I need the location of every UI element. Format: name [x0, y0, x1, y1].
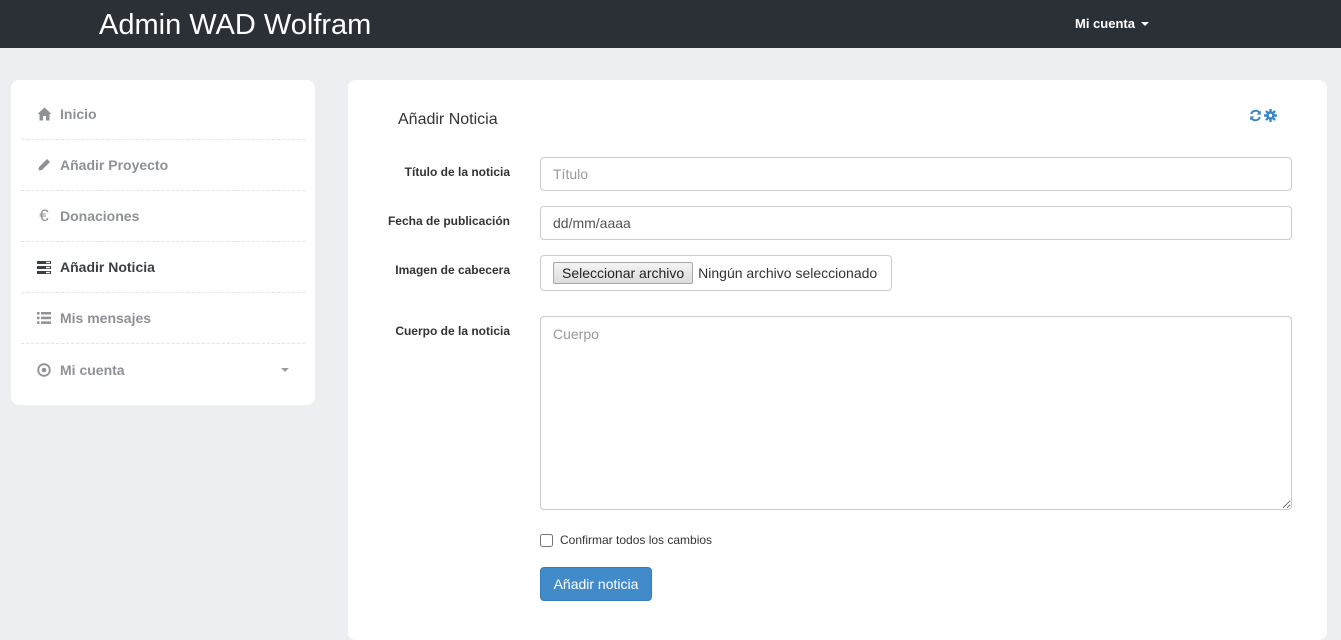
- title-label: Título de la noticia: [404, 165, 510, 179]
- sidebar-item-label: Mis mensajes: [60, 310, 152, 326]
- sidebar-item-label: Inicio: [60, 106, 97, 122]
- sidebar-item-label: Añadir Proyecto: [60, 157, 169, 173]
- chevron-down-icon: [281, 368, 289, 372]
- body-label: Cuerpo de la noticia: [395, 324, 510, 338]
- title-input[interactable]: [540, 157, 1292, 191]
- brand-title[interactable]: Admin WAD Wolfram: [99, 7, 371, 43]
- add-news-button[interactable]: Añadir noticia: [540, 567, 652, 601]
- image-label: Imagen de cabecera: [395, 263, 510, 277]
- pencil-icon: [36, 157, 52, 173]
- main-panel: Añadir Noticia Título de la noticia Fech…: [348, 80, 1327, 640]
- euro-icon: €: [39, 206, 49, 225]
- image-file-input[interactable]: Seleccionar archivo Ningún archivo selec…: [540, 255, 892, 291]
- panel-tools: [1249, 109, 1277, 122]
- panel-title: Añadir Noticia: [398, 111, 498, 128]
- sidebar-item-donaciones[interactable]: € Donaciones: [21, 191, 305, 242]
- tasks-icon: [36, 259, 52, 275]
- body-textarea[interactable]: [540, 316, 1292, 510]
- caret-down-icon: [1140, 21, 1149, 26]
- sidebar-item-label: Donaciones: [60, 208, 140, 224]
- confirm-row[interactable]: Confirmar todos los cambios: [540, 533, 712, 547]
- confirm-checkbox[interactable]: [540, 533, 553, 547]
- sidebar-item-anadir-noticia[interactable]: Añadir Noticia: [21, 242, 305, 293]
- sidebar-item-label: Mi cuenta: [60, 361, 125, 378]
- sidebar-item-anadir-proyecto[interactable]: Añadir Proyecto: [21, 140, 305, 191]
- date-label: Fecha de publicación: [387, 214, 510, 228]
- sidebar-item-mis-mensajes[interactable]: Mis mensajes: [21, 293, 305, 344]
- account-menu-label: Mi cuenta: [1075, 16, 1135, 31]
- account-menu-toggle[interactable]: Mi cuenta: [1075, 16, 1149, 31]
- date-input[interactable]: dd/mm/aaaa: [540, 206, 1292, 240]
- home-icon: [36, 106, 52, 122]
- refresh-icon[interactable]: [1249, 109, 1262, 122]
- confirm-label: Confirmar todos los cambios: [560, 533, 713, 547]
- gear-icon[interactable]: [1264, 109, 1277, 122]
- file-status-text: Ningún archivo seleccionado: [698, 265, 878, 281]
- sidebar-item-label: Añadir Noticia: [60, 259, 155, 275]
- record-icon: [36, 362, 52, 378]
- list-icon: [36, 310, 52, 326]
- sidebar: Inicio Añadir Proyecto € Donaciones Añad…: [11, 80, 315, 405]
- sidebar-item-mi-cuenta[interactable]: Mi cuenta: [21, 344, 305, 395]
- date-input-value: dd/mm/aaaa: [553, 215, 631, 231]
- top-navbar: Admin WAD Wolfram Mi cuenta: [0, 0, 1341, 48]
- choose-file-button[interactable]: Seleccionar archivo: [553, 262, 694, 284]
- sidebar-item-inicio[interactable]: Inicio: [21, 89, 305, 140]
